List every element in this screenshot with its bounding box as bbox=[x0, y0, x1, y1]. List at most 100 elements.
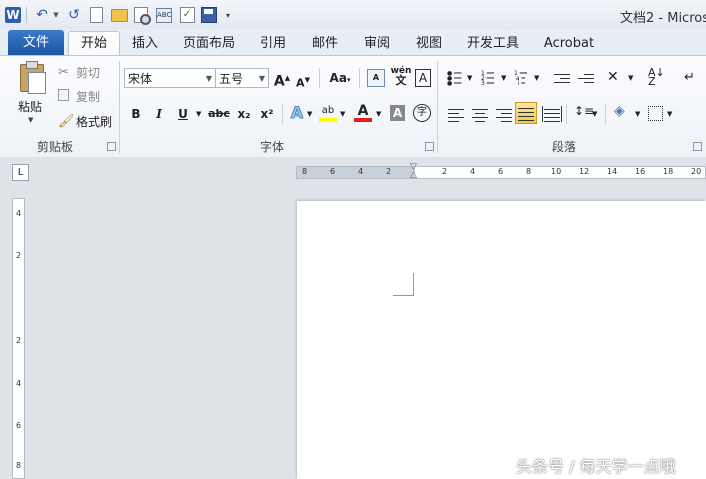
group-separator bbox=[437, 61, 438, 153]
align-right-icon[interactable] bbox=[495, 106, 513, 122]
bullets-icon[interactable]: ● ━━ ● ━━ ● ━━ bbox=[447, 71, 463, 87]
format-painter-button[interactable]: 🖌 格式刷 bbox=[58, 113, 112, 130]
highlight-button[interactable]: ab bbox=[319, 104, 337, 122]
justify-button[interactable] bbox=[515, 102, 537, 124]
numbering-icon[interactable]: 1 ━━ 2 ━━ 3 ━━ bbox=[481, 71, 497, 87]
open-folder-icon[interactable] bbox=[110, 6, 128, 24]
decrease-indent-icon[interactable] bbox=[553, 71, 571, 87]
tab-mailings[interactable]: 邮件 bbox=[304, 33, 346, 55]
bullets-dropdown-icon[interactable]: ▼ bbox=[467, 74, 472, 82]
paragraph-launcher-icon[interactable] bbox=[693, 142, 702, 151]
undo-icon[interactable]: ↶ bbox=[34, 6, 50, 24]
shading-icon[interactable]: ◈ bbox=[614, 103, 625, 119]
ruler-tick: 2 bbox=[16, 336, 22, 345]
tab-page-layout[interactable]: 页面布局 bbox=[178, 33, 240, 55]
chinese-layout-dropdown-icon[interactable]: ▼ bbox=[628, 74, 633, 82]
multilevel-list-icon[interactable]: 1 ━━ a ━ i ━ bbox=[514, 71, 532, 87]
document-check-icon[interactable]: ✓ bbox=[178, 6, 196, 24]
tab-references[interactable]: 引用 bbox=[252, 33, 294, 55]
save-icon[interactable] bbox=[200, 6, 218, 24]
tab-file[interactable]: 文件 bbox=[8, 30, 64, 55]
tab-selector-button[interactable]: L bbox=[12, 164, 29, 181]
ruler-tick: 18 bbox=[663, 167, 674, 176]
enclose-characters-button[interactable]: 字 bbox=[413, 104, 431, 122]
line-spacing-dropdown-icon[interactable]: ▼ bbox=[592, 110, 597, 118]
change-case-button[interactable]: Aa▾ bbox=[327, 69, 353, 87]
copy-button[interactable]: 复制 bbox=[58, 88, 100, 105]
separator bbox=[605, 104, 606, 124]
text-effects-dropdown-icon[interactable]: ▼ bbox=[307, 110, 312, 118]
qa-separator bbox=[26, 7, 27, 23]
scissors-icon: ✂ bbox=[58, 65, 69, 80]
superscript-button[interactable]: x² bbox=[257, 105, 277, 123]
redo-icon[interactable]: ↺ bbox=[66, 6, 82, 24]
phonetic-guide-button[interactable]: wén 文 bbox=[390, 66, 412, 86]
customize-toolbar-icon[interactable]: ▾ bbox=[222, 6, 234, 24]
clipboard-launcher-icon[interactable] bbox=[107, 142, 116, 151]
copy-icon bbox=[58, 89, 74, 104]
ruler-tick: 4 bbox=[470, 167, 476, 176]
title-bar: W ↶ ▼ ↺ ABC ✓ ▾ 文档2 - Micros bbox=[0, 0, 706, 31]
paste-dropdown-icon[interactable]: ▼ bbox=[28, 116, 33, 124]
increase-indent-icon[interactable] bbox=[577, 71, 595, 87]
shrink-font-button[interactable]: A▼ bbox=[294, 71, 312, 90]
multilevel-dropdown-icon[interactable]: ▼ bbox=[534, 74, 539, 82]
sort-icon[interactable]: A↓ Z bbox=[648, 67, 665, 87]
align-center-icon[interactable] bbox=[471, 106, 489, 122]
tab-acrobat[interactable]: Acrobat bbox=[538, 33, 600, 55]
bold-button[interactable]: B bbox=[127, 105, 145, 123]
tab-view[interactable]: 视图 bbox=[408, 33, 450, 55]
cut-button[interactable]: ✂ 剪切 bbox=[58, 64, 100, 81]
tab-insert[interactable]: 插入 bbox=[124, 33, 166, 55]
subscript-button[interactable]: x₂ bbox=[234, 105, 254, 123]
tab-review[interactable]: 审阅 bbox=[356, 33, 398, 55]
borders-icon[interactable] bbox=[648, 106, 663, 121]
chinese-layout-icon[interactable]: ✕ bbox=[607, 69, 619, 85]
ruler-tick: 20 bbox=[691, 167, 702, 176]
clipboard-group-label: 剪贴板 bbox=[36, 140, 73, 154]
margin-corner-mark bbox=[393, 273, 414, 296]
document-page[interactable] bbox=[297, 201, 706, 479]
paste-button[interactable]: 粘贴 bbox=[18, 98, 42, 115]
font-color-dropdown-icon[interactable]: ▼ bbox=[376, 110, 381, 118]
horizontal-ruler[interactable]: 8 6 4 2 2 4 6 8 10 12 14 16 18 20 bbox=[296, 166, 706, 179]
paste-icon[interactable] bbox=[16, 60, 50, 94]
separator bbox=[359, 68, 360, 88]
window-title: 文档2 - Micros bbox=[620, 11, 706, 26]
clear-format-icon[interactable]: A bbox=[367, 69, 385, 87]
character-shading-button[interactable]: A bbox=[390, 105, 405, 121]
strikethrough-button[interactable]: abc bbox=[206, 105, 232, 123]
distributed-align-icon[interactable] bbox=[542, 106, 562, 122]
italic-button[interactable]: I bbox=[150, 105, 168, 123]
font-color-button[interactable]: A bbox=[354, 104, 372, 122]
borders-dropdown-icon[interactable]: ▼ bbox=[667, 110, 672, 118]
font-group-label: 字体 bbox=[259, 140, 284, 154]
highlight-dropdown-icon[interactable]: ▼ bbox=[340, 110, 345, 118]
ruler-tick: 8 bbox=[302, 167, 308, 176]
numbering-dropdown-icon[interactable]: ▼ bbox=[501, 74, 506, 82]
indent-marker-icon[interactable]: ▽ △ bbox=[410, 163, 417, 180]
font-name-select[interactable]: 宋体 ▼ bbox=[124, 68, 216, 88]
tab-developer[interactable]: 开发工具 bbox=[460, 33, 526, 55]
undo-dropdown-icon[interactable]: ▼ bbox=[52, 6, 60, 24]
align-left-icon[interactable] bbox=[447, 106, 465, 122]
word-app-icon[interactable]: W bbox=[4, 6, 22, 24]
ruler-tick: 2 bbox=[16, 251, 22, 260]
tab-home[interactable]: 开始 bbox=[68, 31, 120, 56]
font-size-select[interactable]: 五号 ▼ bbox=[215, 68, 269, 88]
underline-button[interactable]: U bbox=[174, 105, 192, 123]
show-marks-icon[interactable]: ↵ bbox=[684, 70, 695, 85]
grow-font-button[interactable]: A▲ bbox=[273, 69, 291, 90]
font-launcher-icon[interactable] bbox=[425, 142, 434, 151]
underline-dropdown-icon[interactable]: ▼ bbox=[196, 110, 201, 118]
shading-dropdown-icon[interactable]: ▼ bbox=[635, 110, 640, 118]
ruler-margin bbox=[297, 167, 415, 178]
spellcheck-icon[interactable]: ABC bbox=[155, 6, 173, 24]
text-effects-button[interactable]: A bbox=[288, 103, 306, 122]
group-separator bbox=[119, 61, 120, 153]
separator bbox=[282, 104, 283, 124]
vertical-ruler[interactable]: 4 2 2 4 6 8 bbox=[12, 198, 25, 479]
new-doc-icon[interactable] bbox=[88, 6, 104, 24]
character-border-button[interactable]: A bbox=[415, 69, 431, 87]
print-preview-icon[interactable] bbox=[132, 6, 151, 25]
